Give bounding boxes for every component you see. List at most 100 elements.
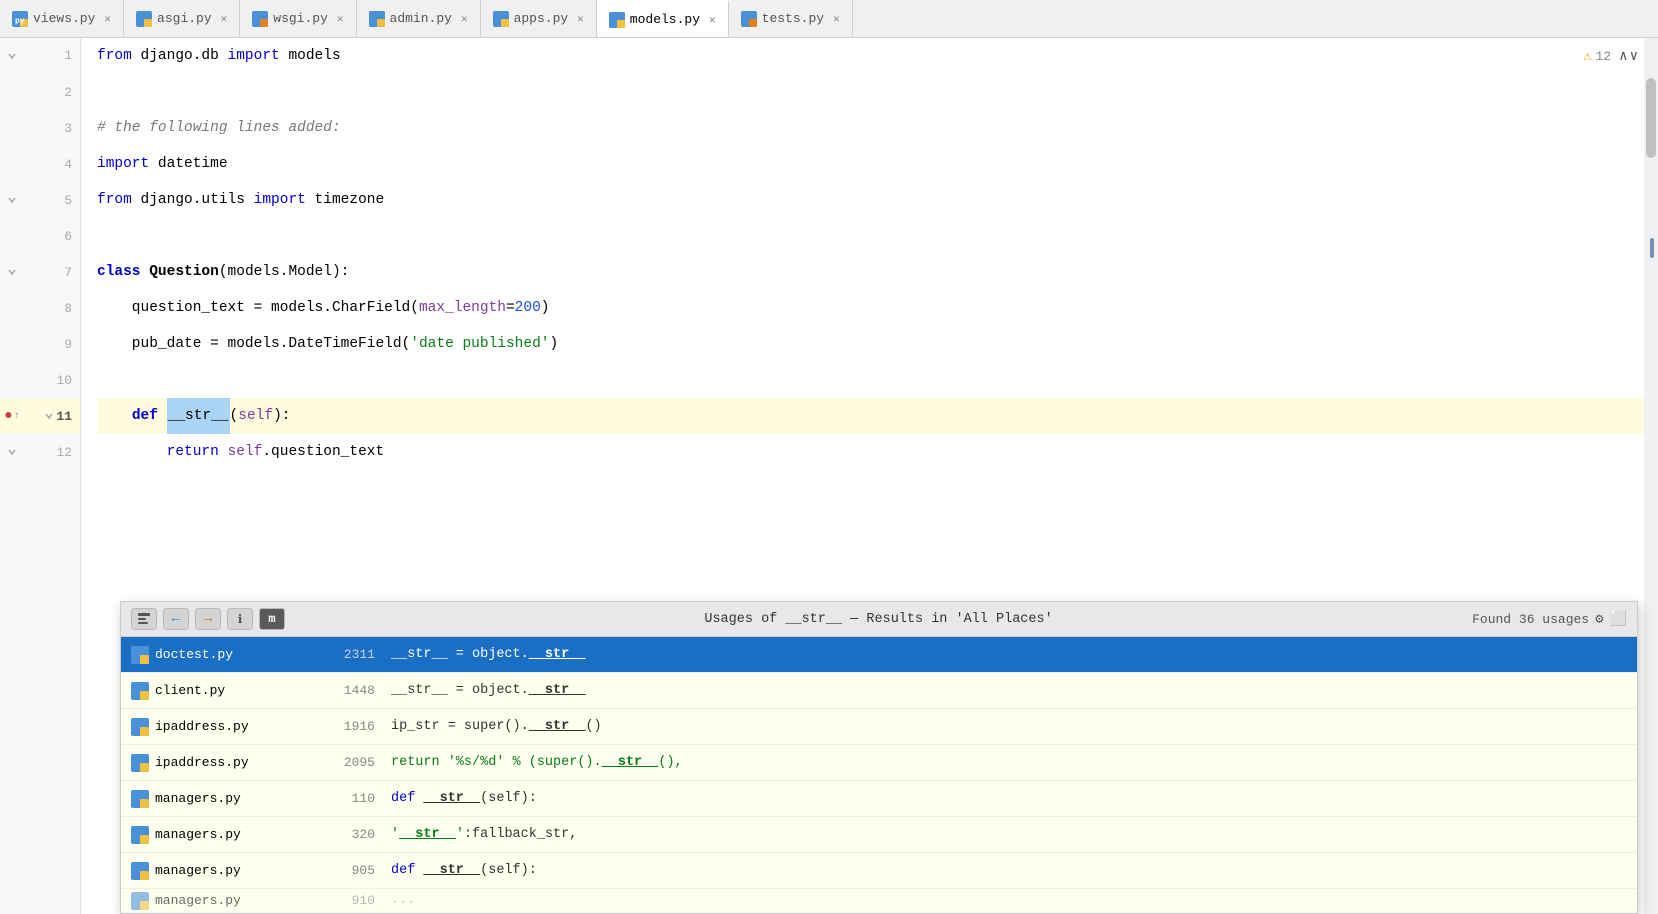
usage-row-ipaddress-2[interactable]: ipaddress.py 2095 return '%s/%d' % (supe… (121, 745, 1637, 781)
close-icon[interactable]: ✕ (577, 12, 584, 26)
warning-bar: ⚠ 12 ∧ ∨ (1583, 48, 1638, 65)
tab-label: models.py (630, 12, 700, 27)
tab-bar: py views.py ✕ asgi.py ✕ wsgi.py ✕ (0, 0, 1658, 38)
collapse-icon (137, 612, 151, 626)
line-number-9: 9 (24, 337, 80, 352)
line-number-5: 5 (24, 193, 80, 208)
tab-apps-py[interactable]: apps.py ✕ (481, 0, 597, 38)
usages-header: ← → ℹ m Usages of __str__ — Results in '… (121, 602, 1637, 637)
usage-code-ipaddress-1: ip_str = super().__str__() (391, 719, 1627, 734)
tab-wsgi-py[interactable]: wsgi.py ✕ (240, 0, 356, 38)
nav-up-arrow[interactable]: ∧ (1619, 48, 1627, 65)
filename-ipaddress-1: ipaddress.py (155, 719, 315, 734)
string-date-published: 'date published' (410, 326, 549, 362)
tab-views-py[interactable]: py views.py ✕ (0, 0, 124, 38)
code-line-7: class Question (models.Model): (97, 254, 1658, 290)
usage-code-managers-1: def __str__(self): (391, 791, 1627, 806)
gutter-fold-5[interactable] (0, 195, 24, 205)
gutter-fold-12[interactable] (0, 447, 24, 457)
code-line-2 (97, 74, 1658, 110)
filename-client: client.py (155, 683, 315, 698)
svg-text:py: py (15, 17, 25, 26)
usage-row-ipaddress-1[interactable]: ipaddress.py 1916 ip_str = super().__str… (121, 709, 1637, 745)
line-number-6: 6 (24, 229, 80, 244)
file-icon-managers-2 (131, 826, 149, 844)
keyword-import-5: import (254, 182, 306, 218)
file-icon-ipaddress-1 (131, 718, 149, 736)
close-icon[interactable]: ✕ (221, 12, 228, 26)
tab-icon-admin (369, 11, 385, 27)
line-number-2: 2 (24, 85, 80, 100)
line-number-1: 1 (24, 38, 80, 74)
keyword-self-12: self (228, 434, 263, 470)
file-icon-managers-3 (131, 862, 149, 880)
line-num-managers-2: 320 (315, 827, 375, 842)
usage-row-doctest[interactable]: doctest.py 2311 __str__ = object.__str__ (121, 637, 1637, 673)
line-number-11: 11 (24, 409, 80, 424)
keyword-from: from (97, 38, 132, 74)
line-number-3: 3 (24, 121, 80, 136)
forward-button[interactable]: → (195, 608, 221, 630)
usage-code-client: __str__ = object.__str__ (391, 683, 1627, 698)
code-line-11: def __str__ ( self ): (97, 398, 1658, 434)
editor-container: ⚠ 12 ∧ ∨ 1 2 (0, 38, 1658, 914)
expand-icon[interactable]: ⬜ (1610, 611, 1627, 628)
keyword-self: self (238, 398, 273, 434)
info-button[interactable]: ℹ (227, 608, 253, 630)
nav-arrows: ∧ ∨ (1619, 48, 1638, 65)
debug-dot-icon[interactable]: ● (4, 408, 12, 424)
usage-row-managers-3[interactable]: managers.py 905 def __str__(self): (121, 853, 1637, 889)
line-num-managers-3: 905 (315, 863, 375, 878)
scrollbar-thumb[interactable] (1646, 78, 1656, 158)
filename-managers-3: managers.py (155, 863, 315, 878)
usage-code-managers-2: '__str__':fallback_str, (391, 827, 1627, 842)
back-button[interactable]: ← (163, 608, 189, 630)
tab-admin-py[interactable]: admin.py ✕ (357, 0, 481, 38)
mode-button[interactable]: m (259, 608, 285, 630)
usage-row-partial[interactable]: managers.py 910 ... (121, 889, 1637, 913)
tab-asgi-py[interactable]: asgi.py ✕ (124, 0, 240, 38)
file-icon-client (131, 682, 149, 700)
tab-icon-models (609, 12, 625, 28)
code-line-6 (97, 218, 1658, 254)
tab-models-py[interactable]: models.py ✕ (597, 0, 729, 38)
close-icon[interactable]: ✕ (461, 12, 468, 26)
tab-label: asgi.py (157, 11, 212, 26)
code-line-12: return self .question_text (97, 434, 1658, 470)
usage-row-client[interactable]: client.py 1448 __str__ = object.__str__ (121, 673, 1637, 709)
code-line-1: from django.db import models (97, 38, 1658, 74)
settings-icon[interactable]: ⚙ (1595, 611, 1603, 628)
usage-row-managers-2[interactable]: managers.py 320 '__str__':fallback_str, (121, 817, 1637, 853)
keyword-def: def (132, 398, 158, 434)
nav-down-arrow[interactable]: ∨ (1630, 48, 1638, 65)
gutter-fold-1[interactable] (0, 51, 24, 61)
keyword-import-4: import (97, 146, 149, 182)
collapse-button[interactable] (131, 608, 157, 630)
tab-icon-tests (741, 11, 757, 27)
line-number-12: 12 (24, 445, 80, 460)
keyword-from-5: from (97, 182, 132, 218)
close-icon[interactable]: ✕ (833, 12, 840, 26)
warning-count: 12 (1596, 49, 1612, 64)
line-num-client: 1448 (315, 683, 375, 698)
code-area: 1 2 3 4 (0, 38, 1658, 914)
usage-code-partial: ... (391, 893, 1627, 908)
classname-question: Question (149, 254, 219, 290)
param-max-length: max_length (419, 290, 506, 326)
code-line-10 (97, 362, 1658, 398)
usage-row-managers-1[interactable]: managers.py 110 def __str__(self): (121, 781, 1637, 817)
close-icon[interactable]: ✕ (709, 13, 716, 27)
line-num-ipaddress-1: 1916 (315, 719, 375, 734)
tab-label: admin.py (390, 11, 452, 26)
filename-doctest: doctest.py (155, 647, 315, 662)
close-icon[interactable]: ✕ (104, 12, 111, 26)
scrollbar-mini-map (1650, 238, 1654, 258)
tab-tests-py[interactable]: tests.py ✕ (729, 0, 853, 38)
scrollbar-track (1644, 38, 1658, 914)
code-line-5: from django.utils import timezone (97, 182, 1658, 218)
forward-arrow-icon: → (204, 611, 212, 627)
gutter-fold-7[interactable] (0, 267, 24, 277)
file-icon-doctest (131, 646, 149, 664)
close-icon[interactable]: ✕ (337, 12, 344, 26)
gutter-line-11: ● ↑ (0, 408, 24, 424)
